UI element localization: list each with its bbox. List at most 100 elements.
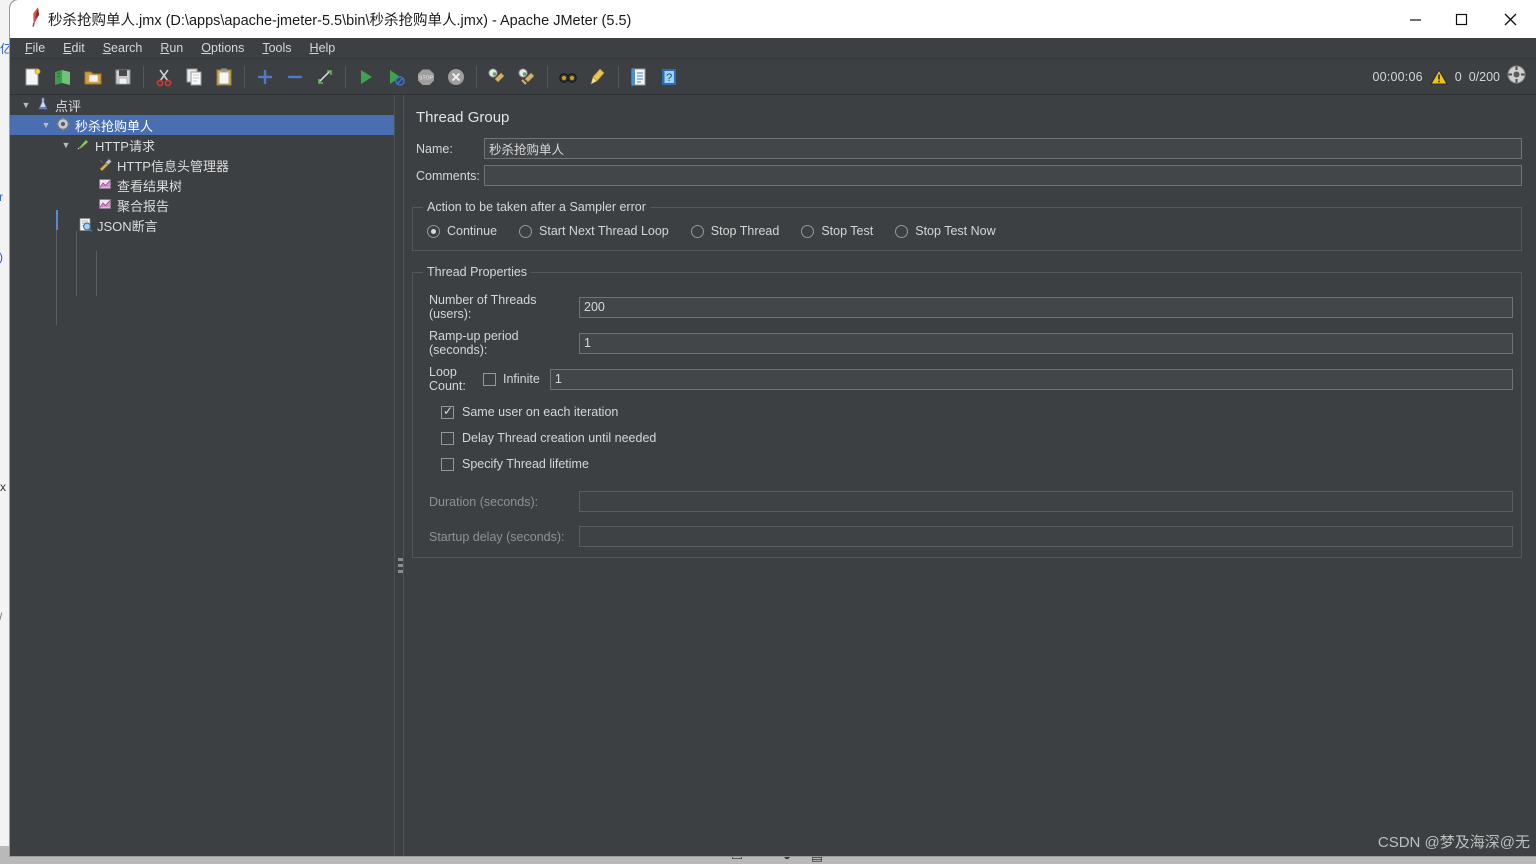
start-no-pauses-icon[interactable] <box>382 63 410 91</box>
tree-node-view-results-tree[interactable]: 查看结果树 <box>10 175 394 195</box>
chevron-down-icon[interactable]: ▼ <box>18 100 34 110</box>
toolbar-separator <box>143 66 144 88</box>
radio-stop-thread[interactable]: Stop Thread <box>691 224 780 238</box>
radio-indicator[interactable] <box>519 225 532 238</box>
toolbar-separator <box>547 66 548 88</box>
background-text-fragment: / <box>0 610 2 624</box>
radio-label: Stop Test <box>821 224 873 238</box>
panel-splitter[interactable] <box>394 95 404 856</box>
search-icon[interactable] <box>554 63 582 91</box>
collapse-all-icon[interactable] <box>281 63 309 91</box>
same-user-row[interactable]: Same user on each iteration <box>441 405 1513 419</box>
checkbox-indicator[interactable] <box>441 406 454 419</box>
radio-indicator[interactable] <box>801 225 814 238</box>
close-button[interactable] <box>1484 0 1536 38</box>
copy-icon[interactable] <box>180 63 208 91</box>
test-plan-icon <box>34 97 52 113</box>
test-plan-tree[interactable]: ▼ 点评 ▼ 秒杀 <box>10 95 394 856</box>
menu-options[interactable]: Options <box>192 39 253 57</box>
tree-node-label: 聚合报告 <box>117 196 169 215</box>
tree-node-test-plan[interactable]: ▼ 点评 <box>10 95 394 115</box>
minimize-button[interactable] <box>1392 0 1438 38</box>
reset-search-icon[interactable] <box>584 63 612 91</box>
thread-properties-group: Thread Properties Number of Threads (use… <box>412 265 1522 558</box>
paste-icon[interactable] <box>210 63 238 91</box>
new-icon[interactable] <box>19 63 47 91</box>
radio-label: Start Next Thread Loop <box>539 224 669 238</box>
expand-all-icon[interactable] <box>251 63 279 91</box>
maximize-button[interactable] <box>1438 0 1484 38</box>
radio-label: Continue <box>447 224 497 238</box>
toggle-icon[interactable] <box>311 63 339 91</box>
comments-input[interactable] <box>484 165 1522 186</box>
tree-node-label: 查看结果树 <box>117 176 182 195</box>
function-helper-icon[interactable] <box>625 63 653 91</box>
thread-properties-legend: Thread Properties <box>423 265 531 279</box>
start-icon[interactable] <box>352 63 380 91</box>
splitter-grip[interactable] <box>398 558 403 576</box>
tree-node-thread-group[interactable]: ▼ 秒杀抢购单人 <box>10 115 394 135</box>
duration-input <box>579 491 1513 512</box>
header-manager-icon <box>96 157 114 174</box>
ramp-up-row: Ramp-up period (seconds): <box>421 329 1513 357</box>
open-icon[interactable] <box>79 63 107 91</box>
tree-node-label: JSON断言 <box>97 216 158 235</box>
name-label: Name: <box>412 142 484 156</box>
sampler-error-radio-row: Continue Start Next Thread Loop Stop Thr… <box>421 220 1513 240</box>
duration-label: Duration (seconds): <box>421 495 579 509</box>
warning-triangle-icon[interactable] <box>1430 69 1448 85</box>
menu-file[interactable]: File <box>16 39 54 57</box>
radio-start-next-thread-loop[interactable]: Start Next Thread Loop <box>519 224 669 238</box>
toolbar: STOP <box>10 59 1536 95</box>
toolbar-separator <box>244 66 245 88</box>
tree-node-aggregate-report[interactable]: 聚合报告 <box>10 195 394 215</box>
chevron-down-icon[interactable]: ▼ <box>38 120 54 130</box>
menu-edit[interactable]: Edit <box>54 39 94 57</box>
radio-stop-test-now[interactable]: Stop Test Now <box>895 224 995 238</box>
save-icon[interactable] <box>109 63 137 91</box>
tree-node-header-manager[interactable]: HTTP信息头管理器 <box>10 155 394 175</box>
checkbox-indicator[interactable] <box>441 432 454 445</box>
error-count: 0 <box>1455 70 1462 84</box>
cut-icon[interactable] <box>150 63 178 91</box>
num-threads-input[interactable] <box>579 297 1513 318</box>
radio-indicator[interactable] <box>427 225 440 238</box>
duration-row: Duration (seconds): <box>421 491 1513 512</box>
connection-icon[interactable] <box>1507 65 1526 89</box>
clear-icon[interactable] <box>483 63 511 91</box>
stop-icon[interactable]: STOP <box>412 63 440 91</box>
main-split-area: ▼ 点评 ▼ 秒杀 <box>10 95 1536 856</box>
checkbox-indicator[interactable] <box>441 458 454 471</box>
num-threads-label: Number of Threads (users): <box>421 293 579 321</box>
ramp-up-input[interactable] <box>579 333 1513 354</box>
shutdown-icon[interactable] <box>442 63 470 91</box>
delay-thread-row[interactable]: Delay Thread creation until needed <box>441 431 1513 445</box>
loop-count-input[interactable] <box>550 369 1513 390</box>
help-icon[interactable]: ? <box>655 63 683 91</box>
radio-continue[interactable]: Continue <box>427 224 497 238</box>
infinite-checkbox[interactable]: Infinite <box>483 372 540 386</box>
elapsed-timer: 00:00:06 <box>1373 70 1423 84</box>
specify-lifetime-row[interactable]: Specify Thread lifetime <box>441 457 1513 471</box>
jmeter-feather-icon <box>19 4 50 34</box>
radio-indicator[interactable] <box>691 225 704 238</box>
chevron-down-icon[interactable]: ▼ <box>58 140 74 150</box>
menu-tools[interactable]: Tools <box>253 39 300 57</box>
templates-icon[interactable] <box>49 63 77 91</box>
background-text-fragment: x <box>0 480 6 494</box>
window-controls <box>1392 0 1536 38</box>
tree-node-http-request[interactable]: ▼ HTTP请求 <box>10 135 394 155</box>
radio-indicator[interactable] <box>895 225 908 238</box>
tree-node-json-assertion[interactable]: JSON断言 <box>10 215 394 235</box>
thread-group-editor: Thread Group Name: Comments: Action to b… <box>404 95 1536 856</box>
menu-search[interactable]: Search <box>94 39 152 57</box>
tree-node-label: HTTP信息头管理器 <box>117 156 229 175</box>
clear-all-icon[interactable] <box>513 63 541 91</box>
name-input[interactable] <box>484 138 1522 159</box>
radio-label: Stop Thread <box>711 224 780 238</box>
menu-run[interactable]: Run <box>151 39 192 57</box>
menu-help[interactable]: Help <box>301 39 345 57</box>
checkbox-indicator[interactable] <box>483 373 496 386</box>
radio-stop-test[interactable]: Stop Test <box>801 224 873 238</box>
window-title: 秒杀抢购单人.jmx (D:\apps\apache-jmeter-5.5\bi… <box>48 9 631 30</box>
